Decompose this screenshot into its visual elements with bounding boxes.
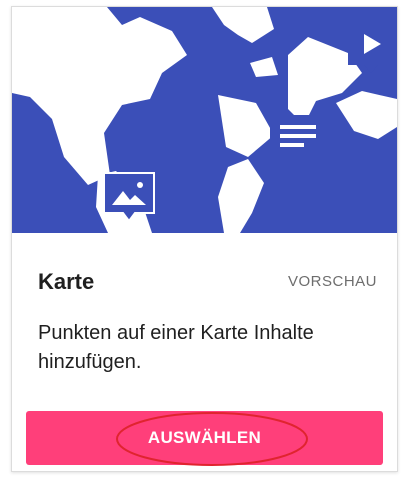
select-button[interactable]: AUSWÄHLEN [26, 411, 383, 465]
card-title: Karte [38, 269, 95, 294]
preview-link[interactable]: VORSCHAU [288, 273, 377, 290]
map-illustration [12, 7, 397, 233]
card-header: Karte VORSCHAU [38, 269, 377, 299]
content-type-card: Karte VORSCHAU Punkten auf einer Karte I… [11, 6, 398, 472]
image-icon [103, 172, 155, 223]
world-map-graphic [12, 7, 397, 233]
card-description: Punkten auf einer Karte Inhalte hinzufüg… [38, 322, 314, 373]
